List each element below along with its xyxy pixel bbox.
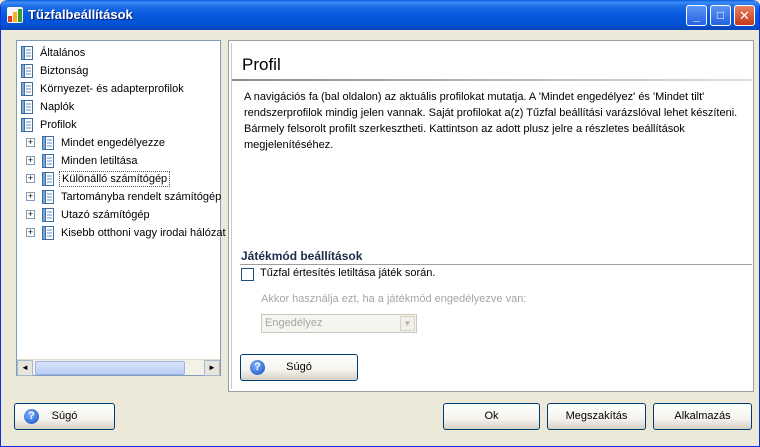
panel-help-label: Súgó: [286, 361, 312, 373]
page-title: Profil: [242, 55, 281, 74]
minimize-button[interactable]: _: [686, 5, 707, 26]
window-title: Tűzfalbeállítások: [28, 7, 133, 22]
tree-item-label: Minden letiltása: [61, 155, 138, 167]
footer-help-label: Súgó: [51, 410, 78, 422]
tree-item-label: Környezet- és adapterprofilok: [40, 83, 184, 95]
tree-item-label: Biztonság: [40, 65, 89, 77]
profile-detail-panel: Profil A navigációs fa (bal oldalon) az …: [228, 40, 754, 392]
tree-item-label: Utazó számítógép: [61, 209, 150, 221]
disable-notifications-checkbox[interactable]: [241, 268, 254, 281]
expand-plus-icon[interactable]: +: [26, 156, 35, 165]
profile-document-icon: [20, 82, 34, 96]
profile-document-icon: [20, 118, 34, 132]
avg-app-icon: [7, 7, 23, 23]
tree-item-label: Általános: [40, 47, 86, 59]
game-mode-action-label: Akkor használja ezt, ha a játékmód enged…: [261, 293, 527, 305]
tree-item-label: Profilok: [40, 119, 77, 131]
panel-help-button[interactable]: ? Súgó: [240, 354, 358, 381]
expand-plus-icon[interactable]: +: [26, 210, 35, 219]
expand-plus-icon[interactable]: +: [26, 192, 35, 201]
profile-document-icon: [20, 100, 34, 114]
tree-item-label: Mindet engedélyezze: [61, 137, 165, 149]
profile-description: A navigációs fa (bal oldalon) az aktuáli…: [244, 91, 738, 151]
help-icon: ?: [24, 409, 39, 424]
tree-item-label: Kisebb otthoni vagy irodai hálózat: [61, 227, 226, 239]
profile-document-icon: [41, 136, 55, 150]
expand-plus-icon[interactable]: +: [26, 138, 35, 147]
footer-help-button[interactable]: ? Súgó: [14, 403, 115, 430]
profile-document-icon: [20, 64, 34, 78]
profile-document-icon: [41, 172, 55, 186]
scroll-left-button[interactable]: ◄: [17, 360, 33, 376]
title-bar[interactable]: Tűzfalbeállítások _ □ ✕: [1, 0, 759, 30]
profile-document-icon: [41, 226, 55, 240]
game-mode-section-title: Játékmód beállítások: [241, 249, 363, 263]
close-button[interactable]: ✕: [734, 5, 755, 26]
maximize-button[interactable]: □: [710, 5, 731, 26]
tree-item-label: Tartományba rendelt számítógép: [61, 191, 222, 203]
tree-item-label: Különálló számítógép: [59, 171, 171, 187]
game-mode-action-value: Engedélyez: [265, 317, 323, 329]
detail-frame: Profil A navigációs fa (bal oldalon) az …: [231, 43, 752, 389]
profile-document-icon: [41, 154, 55, 168]
scroll-right-button[interactable]: ►: [204, 360, 220, 376]
disable-notifications-label[interactable]: Tűzfal értesítés letiltása játék során.: [260, 267, 435, 279]
tree-item-label: Naplók: [40, 101, 75, 113]
profile-document-icon: [41, 208, 55, 222]
help-icon: ?: [250, 360, 265, 375]
firewall-settings-window: Tűzfalbeállítások _ □ ✕ Általános Biztons…: [0, 0, 760, 447]
expand-plus-icon[interactable]: +: [26, 174, 35, 183]
apply-button[interactable]: Alkalmazás: [653, 403, 752, 430]
ok-button[interactable]: Ok: [443, 403, 540, 430]
cancel-button[interactable]: Megszakítás: [547, 403, 646, 430]
scroll-thumb[interactable]: [35, 361, 185, 375]
chevron-down-icon[interactable]: ▼: [400, 316, 415, 331]
expand-plus-icon[interactable]: +: [26, 228, 35, 237]
profile-document-icon: [20, 46, 34, 60]
game-mode-divider: [240, 264, 752, 265]
title-divider: [232, 79, 752, 81]
profile-document-icon: [41, 190, 55, 204]
game-mode-action-select[interactable]: Engedélyez ▼: [261, 314, 417, 333]
tree-horizontal-scrollbar[interactable]: ◄ ►: [17, 359, 220, 376]
profile-navigation-tree[interactable]: Általános Biztonság Környezet- és adapterp…: [16, 40, 226, 376]
